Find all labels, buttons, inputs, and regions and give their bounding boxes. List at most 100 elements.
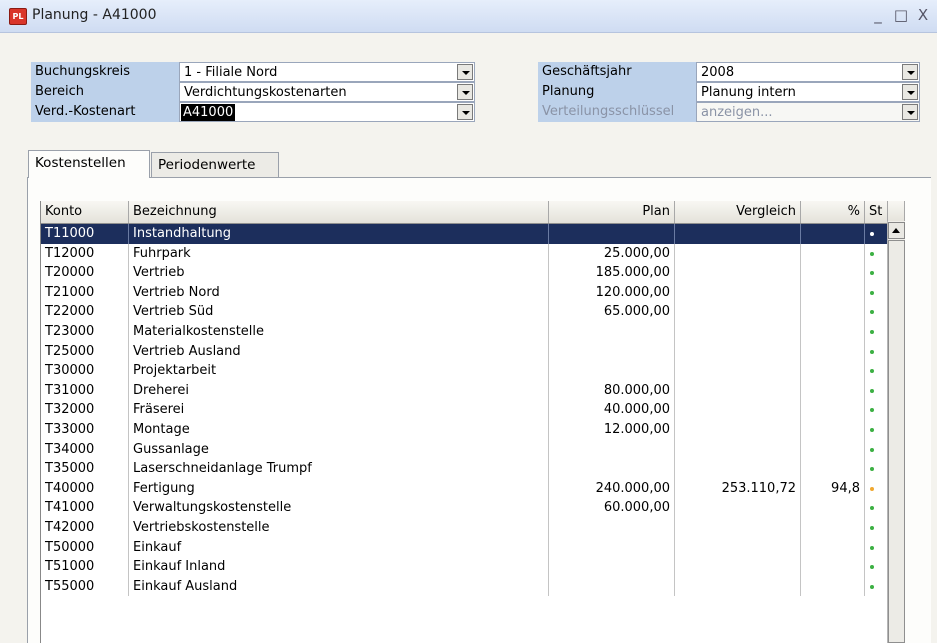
cell-status	[865, 576, 888, 597]
verd-kostenart-select[interactable]: A41000	[179, 102, 475, 122]
table-row[interactable]: T32000 Fräserei 40.000,00	[41, 400, 905, 420]
cell-plan: 80.000,00	[549, 380, 675, 401]
cell-status	[865, 439, 888, 460]
cell-plan	[549, 321, 675, 342]
bereich-select[interactable]: Verdichtungskostenarten	[179, 82, 475, 102]
cell-konto: T25000	[41, 341, 129, 362]
minimize-icon[interactable]: _	[870, 6, 886, 24]
close-icon[interactable]: X	[915, 6, 931, 24]
col-header-status[interactable]: St	[865, 201, 888, 223]
status-dot-icon	[870, 369, 874, 374]
cell-bezeichnung: Vertrieb Ausland	[129, 341, 549, 362]
table-row[interactable]: T20000 Vertrieb 185.000,00	[41, 263, 905, 283]
chevron-down-icon[interactable]	[457, 84, 473, 100]
cell-konto: T32000	[41, 400, 129, 420]
cell-konto: T12000	[41, 243, 129, 264]
cell-plan	[549, 341, 675, 362]
cell-status	[865, 419, 888, 440]
chevron-down-icon[interactable]	[457, 64, 473, 80]
cell-bezeichnung: Dreherei	[129, 380, 549, 401]
cell-bezeichnung: Gussanlage	[129, 439, 549, 460]
cell-plan	[549, 439, 675, 460]
cell-status	[865, 498, 888, 518]
cell-konto: T21000	[41, 282, 129, 303]
cell-konto: T55000	[41, 576, 129, 597]
geschaeftsjahr-value: 2008	[701, 65, 735, 80]
col-header-vergleich[interactable]: Vergleich	[675, 201, 801, 223]
table-row[interactable]: T30000 Projektarbeit	[41, 361, 905, 381]
cell-vergleich	[675, 361, 801, 381]
table-row[interactable]: T31000 Dreherei 80.000,00	[41, 380, 905, 401]
cell-bezeichnung: Vertriebskostenstelle	[129, 517, 549, 538]
cell-vergleich	[675, 282, 801, 303]
cell-status	[865, 302, 888, 322]
cell-konto: T20000	[41, 263, 129, 283]
status-dot-icon	[870, 584, 874, 589]
chevron-down-icon[interactable]	[902, 104, 918, 120]
status-dot-icon	[870, 232, 874, 236]
cell-plan: 240.000,00	[549, 478, 675, 499]
cell-status	[865, 243, 888, 264]
chevron-down-icon[interactable]	[902, 64, 918, 80]
table-row[interactable]: T34000 Gussanlage	[41, 439, 905, 460]
cell-bezeichnung: Vertrieb Nord	[129, 282, 549, 303]
table-row[interactable]: T33000 Montage 12.000,00	[41, 419, 905, 440]
cell-plan: 120.000,00	[549, 282, 675, 303]
tab-periodenwerte[interactable]: Periodenwerte	[151, 152, 279, 178]
cell-bezeichnung: Einkauf Ausland	[129, 576, 549, 597]
cell-konto: T31000	[41, 380, 129, 401]
table-row[interactable]: T40000 Fertigung 240.000,00 253.110,72 94,8	[41, 478, 905, 499]
tab-kostenstellen[interactable]: Kostenstellen	[28, 150, 150, 178]
table-row[interactable]: T55000 Einkauf Ausland	[41, 576, 905, 597]
geschaeftsjahr-select[interactable]: 2008	[696, 62, 920, 82]
table-row[interactable]: T25000 Vertrieb Ausland	[41, 341, 905, 362]
table-row[interactable]: T22000 Vertrieb Süd 65.000,00	[41, 302, 905, 322]
cell-vergleich	[675, 557, 801, 577]
cell-bezeichnung: Fräserei	[129, 400, 549, 420]
cell-percent: 94,8	[801, 478, 865, 499]
cell-status	[865, 400, 888, 420]
col-header-percent[interactable]: %	[801, 201, 865, 223]
buchungskreis-select[interactable]: 1 - Filiale Nord	[179, 62, 475, 82]
maximize-icon[interactable]: □	[893, 6, 909, 24]
table-row[interactable]: T50000 Einkauf	[41, 537, 905, 558]
col-header-plan[interactable]: Plan	[549, 201, 675, 223]
cell-konto: T42000	[41, 517, 129, 538]
table-row[interactable]: T23000 Materialkostenstelle	[41, 321, 905, 342]
cell-status	[865, 361, 888, 381]
status-dot-icon	[870, 467, 874, 472]
cell-konto: T30000	[41, 361, 129, 381]
table-row[interactable]: T51000 Einkauf Inland	[41, 557, 905, 577]
cell-plan	[549, 459, 675, 479]
chevron-down-icon[interactable]	[457, 104, 473, 120]
col-header-konto[interactable]: Konto	[41, 201, 129, 223]
cell-plan	[549, 361, 675, 381]
cell-vergleich	[675, 576, 801, 597]
table-row[interactable]: T35000 Laserschneidanlage Trumpf	[41, 459, 905, 479]
cell-percent	[801, 557, 865, 577]
table-row[interactable]: T21000 Vertrieb Nord 120.000,00	[41, 282, 905, 303]
window-right-edge	[931, 177, 937, 643]
status-dot-icon	[870, 271, 874, 276]
table-row[interactable]: T11000 Instandhaltung	[41, 224, 905, 244]
title-bar[interactable]: PL Planung - A41000 _ □ X	[0, 0, 937, 33]
vertical-scrollbar[interactable]	[887, 221, 905, 643]
status-dot-icon	[870, 545, 874, 550]
cell-bezeichnung: Instandhaltung	[129, 224, 549, 244]
cell-konto: T33000	[41, 419, 129, 440]
cell-vergleich: 253.110,72	[675, 478, 801, 499]
col-header-bezeichnung[interactable]: Bezeichnung	[129, 201, 549, 223]
table-row[interactable]: T12000 Fuhrpark 25.000,00	[41, 243, 905, 264]
planung-select[interactable]: Planung intern	[696, 82, 920, 102]
table-row[interactable]: T41000 Verwaltungskostenstelle 60.000,00	[41, 498, 905, 518]
cell-konto: T51000	[41, 557, 129, 577]
cell-konto: T11000	[41, 224, 129, 244]
scroll-thumb[interactable]	[888, 240, 905, 643]
cell-plan	[549, 224, 675, 244]
verteilungsschluessel-select[interactable]: anzeigen...	[696, 102, 920, 122]
cell-percent	[801, 459, 865, 479]
table-row[interactable]: T42000 Vertriebskostenstelle	[41, 517, 905, 538]
scroll-up-icon[interactable]	[888, 222, 905, 239]
cell-vergleich	[675, 537, 801, 558]
chevron-down-icon[interactable]	[902, 84, 918, 100]
